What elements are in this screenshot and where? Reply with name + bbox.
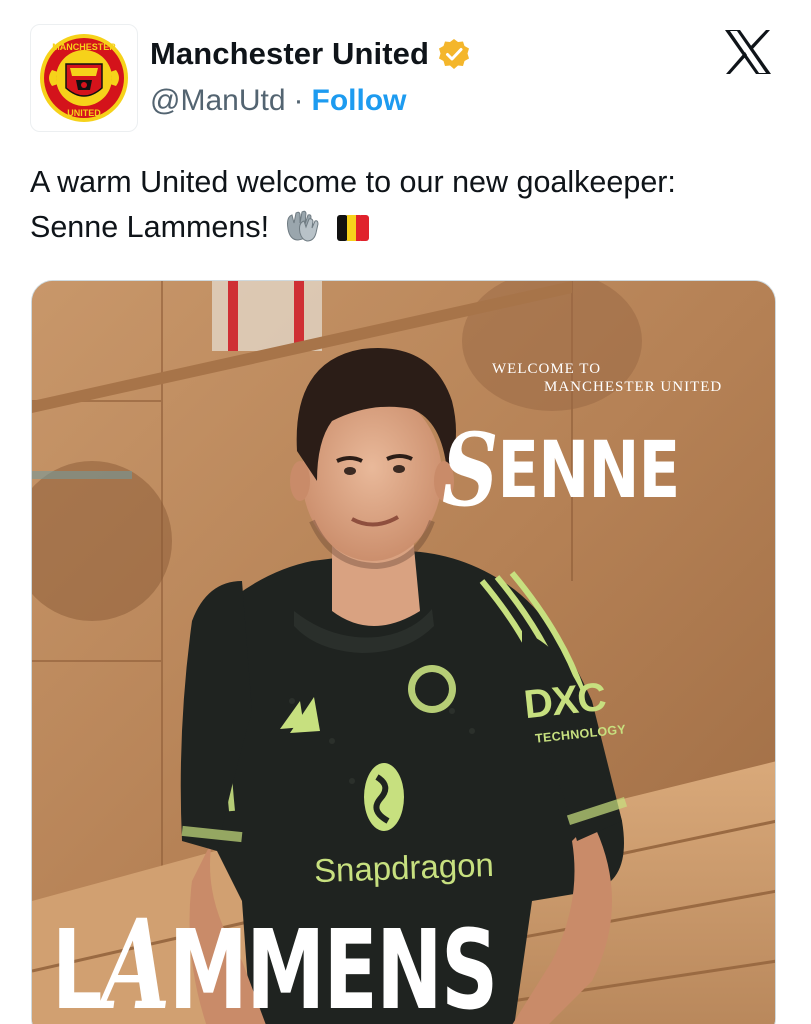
verified-badge-icon — [439, 39, 470, 69]
tweet-text: A warm United welcome to our new goalkee… — [30, 160, 790, 250]
first-name-graphic: SENNE — [442, 411, 681, 529]
last-name-rest: MMENS — [168, 906, 498, 1024]
account-avatar[interactable]: MANCHESTER UNITED — [30, 24, 138, 132]
svg-text:MANCHESTER: MANCHESTER — [52, 42, 116, 52]
belgium-flag-emoji — [337, 215, 370, 241]
first-name-rest: ENNE — [497, 426, 681, 516]
gloves-emoji — [286, 210, 319, 242]
x-logo-icon[interactable] — [722, 28, 774, 76]
shirt-sponsor: Snapdragon — [313, 845, 495, 890]
display-name[interactable]: Manchester United — [150, 36, 429, 72]
account-name-row: Manchester United — [150, 36, 471, 72]
tweet-header: MANCHESTER UNITED Manchester United @Man… — [0, 0, 811, 140]
last-name-graphic: LAMMENS — [52, 893, 498, 1024]
tweet-media-image[interactable]: WELCOME TO MANCHESTER UNITED SENNE DXC T… — [31, 280, 776, 1024]
welcome-line-1: WELCOME TO — [492, 361, 602, 377]
separator-dot: · — [293, 84, 304, 117]
tweet-text-line: Senne Lammens! — [30, 205, 790, 250]
manchester-united-crest-icon: MANCHESTER UNITED — [40, 34, 128, 122]
account-handle[interactable]: @ManUtd — [150, 84, 286, 118]
sleeve-brand: DXC — [521, 674, 608, 728]
welcome-line-2: MANCHESTER UNITED — [544, 379, 723, 395]
last-name-first-letter: L — [52, 906, 102, 1024]
first-name-initial: S — [442, 411, 498, 529]
account-handle-row: @ManUtd · Follow — [150, 84, 406, 118]
follow-button[interactable]: Follow — [312, 84, 407, 118]
tweet-text-player-name: Senne Lammens! — [30, 210, 270, 244]
tweet-text-line: A warm United welcome to our new goalkee… — [30, 165, 676, 199]
last-name-initial: A — [101, 893, 170, 1024]
svg-text:UNITED: UNITED — [67, 108, 101, 118]
